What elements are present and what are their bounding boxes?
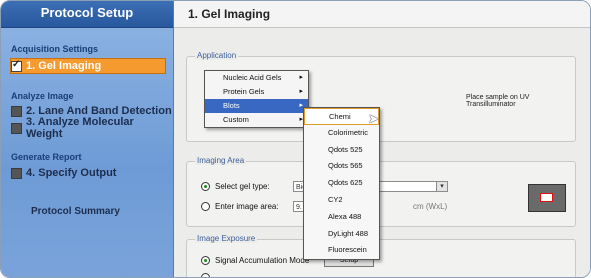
chevron-right-icon: ▸	[299, 74, 303, 81]
submenu-item-dylight-488[interactable]: DyLight 488	[304, 226, 379, 243]
image-preview-thumbnail	[528, 184, 566, 212]
sidebar-item-label: 3. Analyze Molecular Weight	[25, 116, 134, 140]
menu-item-label: Protein Gels	[223, 87, 265, 96]
select-gel-type-radio[interactable]	[201, 182, 210, 191]
enter-image-area-label: Enter image area:	[215, 202, 279, 211]
submenu-item-colorimetric[interactable]: Colorimetric	[304, 125, 379, 142]
protocol-summary-link[interactable]: Protocol Summary	[31, 206, 120, 217]
chevron-right-icon: ▸	[299, 88, 303, 95]
submenu-item-alexa-488[interactable]: Alexa 488	[304, 209, 379, 226]
submenu-item-qdots-525[interactable]: Qdots 525	[304, 142, 379, 159]
menu-item-nucleic-acid-gels[interactable]: Nucleic Acid Gels ▸	[205, 71, 308, 85]
image-exposure-group-title: Image Exposure	[195, 234, 258, 243]
sidebar-item-specify-output[interactable]: 4. Specify Output	[11, 166, 116, 180]
sidebar-item-analyze-molecular-weight[interactable]: 3. Analyze Molecular Weight	[11, 116, 173, 140]
image-area-unit: cm (WxL)	[413, 202, 448, 211]
menu-item-custom[interactable]: Custom ▸	[205, 113, 308, 127]
sidebar-title: Protocol Setup	[1, 1, 173, 28]
main-panel: 1. Gel Imaging Application Place sample …	[174, 1, 590, 277]
submenu-item-cy2[interactable]: CY2	[304, 192, 379, 209]
signal-accumulation-label: Signal Accumulation Mode	[215, 256, 310, 265]
section-analyze-image: Analyze Image	[11, 91, 74, 101]
menu-item-label: Nucleic Acid Gels	[223, 73, 282, 82]
checkbox-icon[interactable]	[11, 59, 22, 72]
mouse-pointer-icon: ➤	[368, 111, 379, 126]
signal-accumulation-radio[interactable]	[201, 256, 210, 265]
menu-item-label: Blots	[223, 101, 240, 110]
section-acquisition-settings: Acquisition Settings	[11, 44, 99, 54]
section-generate-report: Generate Report	[11, 152, 82, 162]
checkbox-icon[interactable]	[11, 167, 22, 179]
application-group-title: Application	[195, 51, 239, 60]
manual-exposure-radio[interactable]	[201, 273, 210, 277]
gel-type-select-field[interactable]	[375, 181, 437, 192]
imaging-area-group-title: Imaging Area	[195, 156, 247, 165]
menu-item-protein-gels[interactable]: Protein Gels ▸	[205, 85, 308, 99]
image-exposure-group: Image Exposure Signal Accumulation Mode …	[186, 234, 576, 277]
instruction-note: Place sample on UV Transilluminator	[466, 94, 530, 108]
sidebar-item-label: 4. Specify Output	[26, 167, 117, 179]
app-window: Protocol Setup Acquisition Settings 1. G…	[0, 0, 591, 278]
enter-image-area-radio[interactable]	[201, 202, 210, 211]
checkbox-icon[interactable]	[11, 105, 22, 117]
chevron-down-icon[interactable]: ▾	[436, 181, 448, 192]
application-menu: Nucleic Acid Gels ▸ Protein Gels ▸ Blots ▸ …	[204, 70, 309, 128]
sidebar-item-label: 1. Gel Imaging	[26, 60, 102, 72]
checkbox-icon[interactable]	[11, 122, 22, 134]
preview-area-marker	[540, 193, 553, 202]
submenu-item-qdots-625[interactable]: Qdots 625	[304, 175, 379, 192]
imaging-area-group: Imaging Area Select gel type: Bio ▾ Ente…	[186, 156, 576, 227]
sidebar-item-gel-imaging[interactable]: 1. Gel Imaging	[10, 58, 166, 74]
blots-submenu: Chemi Colorimetric Qdots 525 Qdots 565 Q…	[303, 107, 380, 261]
sidebar: Protocol Setup Acquisition Settings 1. G…	[1, 1, 174, 277]
menu-item-blots[interactable]: Blots ▸	[205, 99, 308, 113]
menu-item-label: Custom	[223, 115, 249, 124]
submenu-item-fluorescein[interactable]: Fluorescein	[304, 242, 379, 259]
select-gel-type-label: Select gel type:	[215, 182, 270, 191]
page-title: 1. Gel Imaging	[174, 1, 590, 28]
submenu-item-qdots-565[interactable]: Qdots 565	[304, 158, 379, 175]
